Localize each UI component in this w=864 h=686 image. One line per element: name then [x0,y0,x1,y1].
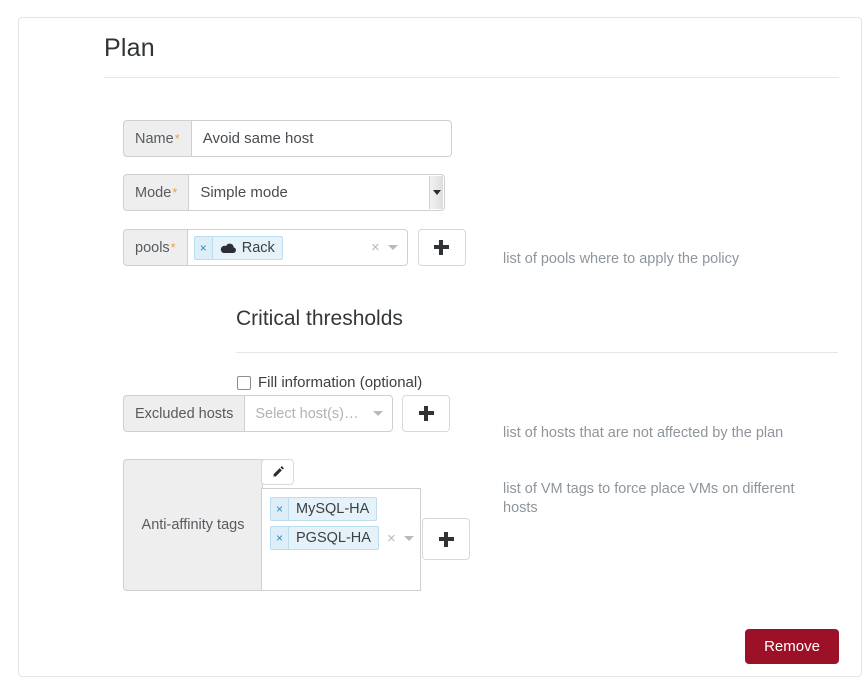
plus-icon [438,531,454,547]
anti-affinity-label-text: Anti-affinity tags [141,517,245,533]
pools-tag-text: Rack [241,239,275,256]
cloud-icon [220,242,237,254]
excluded-hosts-placeholder: Select host(s)… [255,405,359,422]
pools-multiselect-tools: × [371,240,407,255]
anti-affinity-tag-text: PGSQL-HA [296,530,371,546]
edit-anti-affinity-button[interactable] [261,459,294,485]
chevron-down-icon [432,190,441,195]
name-input-value: Avoid same host [202,130,314,147]
pools-tag-rack[interactable]: × Rack [193,235,283,260]
pools-required-marker: * [170,240,176,255]
pools-multiselect[interactable]: × Rack × [187,229,408,266]
excluded-hosts-field-row: Excluded hosts Select host(s)… [123,395,451,432]
page-title: Plan [104,34,155,62]
excluded-hosts-tools [373,411,392,416]
name-required-marker: * [174,131,180,146]
pools-tag-label-wrap: Rack [213,240,282,256]
plan-form-page: Plan Name * Avoid same host Mode * Simple … [0,0,864,686]
anti-affinity-label: Anti-affinity tags [123,459,263,591]
excluded-hosts-hint: list of hosts that are not affected by t… [503,425,784,441]
remove-tag-icon[interactable]: × [271,527,290,549]
clear-selection-icon[interactable]: × [371,240,380,255]
plus-icon [418,406,434,421]
remove-tag-icon[interactable]: × [194,236,213,259]
remove-button[interactable]: Remove [745,629,839,664]
mode-label: Mode * [123,174,190,211]
clear-selection-icon[interactable]: × [387,531,396,546]
mode-label-text: Mode [135,184,172,201]
mode-field-row: Mode * Simple mode [123,174,446,211]
excluded-hosts-label: Excluded hosts [123,395,246,432]
name-field-row: Name * Avoid same host [123,120,452,157]
anti-affinity-tag-row-0: × MySQL-HA [270,497,420,521]
chevron-down-icon[interactable] [403,535,414,541]
mode-select-spinner[interactable] [429,176,444,209]
anti-affinity-tag-pgsql-ha[interactable]: × PGSQL-HA [270,526,379,550]
mode-select[interactable]: Simple mode [189,174,446,211]
fill-information-row[interactable]: Fill information (optional) [237,374,422,391]
add-anti-affinity-tag-button[interactable] [422,518,470,560]
pools-label: pools * [123,229,188,266]
fill-information-label: Fill information (optional) [258,374,423,391]
critical-thresholds-title: Critical thresholds [236,307,403,330]
name-label-text: Name [135,130,174,147]
add-pool-button[interactable] [417,229,466,266]
critical-thresholds-divider [236,352,838,353]
title-divider [104,77,839,78]
pools-field-row: pools * × Rack × [123,229,466,266]
name-label: Name * [123,120,192,157]
add-excluded-host-button[interactable] [402,395,451,432]
mode-selected-value: Simple mode [200,184,288,201]
excluded-hosts-label-text: Excluded hosts [135,405,234,422]
fill-information-checkbox[interactable] [237,375,251,390]
chevron-down-icon[interactable] [373,411,384,416]
anti-affinity-tag-row-1: × PGSQL-HA × [270,526,420,550]
pencil-icon [273,466,284,477]
anti-affinity-tag-mysql-ha[interactable]: × MySQL-HA [270,497,378,521]
pools-hint: list of pools where to apply the policy [503,251,740,267]
anti-affinity-tools: × [387,531,414,546]
mode-required-marker: * [172,185,178,200]
plan-card: Plan Name * Avoid same host Mode * Simple … [18,17,862,677]
anti-affinity-tag-text: MySQL-HA [296,501,370,517]
pools-label-text: pools [135,239,170,256]
name-input[interactable]: Avoid same host [191,120,452,157]
excluded-hosts-select[interactable]: Select host(s)… [245,395,394,432]
remove-tag-icon[interactable]: × [271,498,290,520]
plus-icon [434,240,450,255]
anti-affinity-tagbox[interactable]: × MySQL-HA × PGSQL-HA × [261,488,421,591]
chevron-down-icon[interactable] [387,245,398,250]
anti-affinity-hint: list of VM tags to force place VMs on di… [503,481,795,516]
